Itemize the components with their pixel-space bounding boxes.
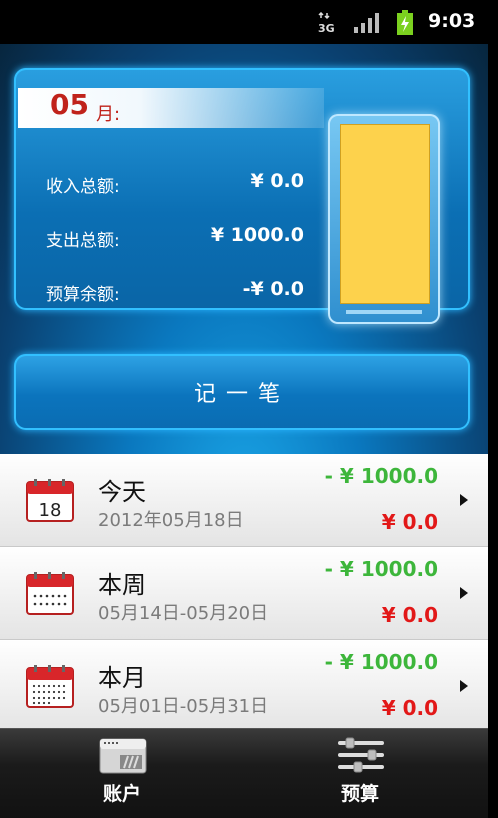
period-title: 本月 [98,664,146,692]
chevron-right-icon [460,587,468,599]
screen-edge [488,0,498,818]
network-type-label: 3G [318,22,335,34]
budget-balance-value: -¥ 0.0 [242,278,304,300]
tab-accounts[interactable]: 账户 [22,729,222,818]
period-title: 今天 [98,478,146,506]
calendar-week-icon [26,572,74,615]
expense-total-value: ¥ 1000.0 [210,224,304,246]
network-3g-icon: 3G [318,12,335,34]
calendar-day-icon: 18 [26,479,74,522]
bottom-tab-bar: 账户 预算 [0,728,488,818]
record-entry-button[interactable]: 记一笔 [14,354,470,430]
calendar-month-icon [26,665,74,708]
period-income: ¥ 0.0 [381,510,438,534]
period-date-range: 05月01日-05月31日 [98,696,269,717]
battery-charging-icon [397,10,413,35]
period-expense: - ¥ 1000.0 [324,464,438,488]
period-date-range: 05月14日-05月20日 [98,603,269,624]
period-expense: - ¥ 1000.0 [324,557,438,581]
wallet-card-icon [99,738,147,774]
gauge-base [346,310,422,314]
sliders-icon [338,737,384,773]
period-list: 18 今天 2012年05月18日 - ¥ 1000.0 ¥ 0.0 本周 05… [0,454,488,733]
monthly-summary-card: 05 月: 收入总额: ¥ 0.0 支出总额: ¥ 1000.0 预算余额: -… [14,68,470,324]
income-total-value: ¥ 0.0 [250,170,305,192]
tab-budget-label: 预算 [340,783,379,805]
chevron-right-icon [460,494,468,506]
signal-strength-icon [354,13,379,33]
budget-balance-label: 预算余额: [46,285,120,305]
clock: 9:03 [428,10,476,32]
month-number: 05 [50,88,89,121]
period-title: 本周 [98,571,146,599]
tab-budget[interactable]: 预算 [260,729,460,818]
budget-gauge-fill [340,124,430,304]
expense-total-label: 支出总额: [46,231,120,251]
tab-accounts-label: 账户 [102,783,141,805]
period-income: ¥ 0.0 [381,603,438,627]
period-income: ¥ 0.0 [381,696,438,720]
month-unit: 月: [96,104,121,125]
chevron-right-icon [460,680,468,692]
list-item-today[interactable]: 18 今天 2012年05月18日 - ¥ 1000.0 ¥ 0.0 [0,454,488,547]
period-expense: - ¥ 1000.0 [324,650,438,674]
calendar-day-number: 18 [39,500,62,521]
income-total-label: 收入总额: [46,177,120,197]
budget-gauge [328,114,440,324]
list-item-week[interactable]: 本周 05月14日-05月20日 - ¥ 1000.0 ¥ 0.0 [0,547,488,640]
app-main: 05 月: 收入总额: ¥ 0.0 支出总额: ¥ 1000.0 预算余额: -… [0,44,488,818]
period-date-range: 2012年05月18日 [98,510,244,531]
status-bar: 3G 9:03 [0,0,488,44]
list-item-month[interactable]: 本月 05月01日-05月31日 - ¥ 1000.0 ¥ 0.0 [0,640,488,733]
